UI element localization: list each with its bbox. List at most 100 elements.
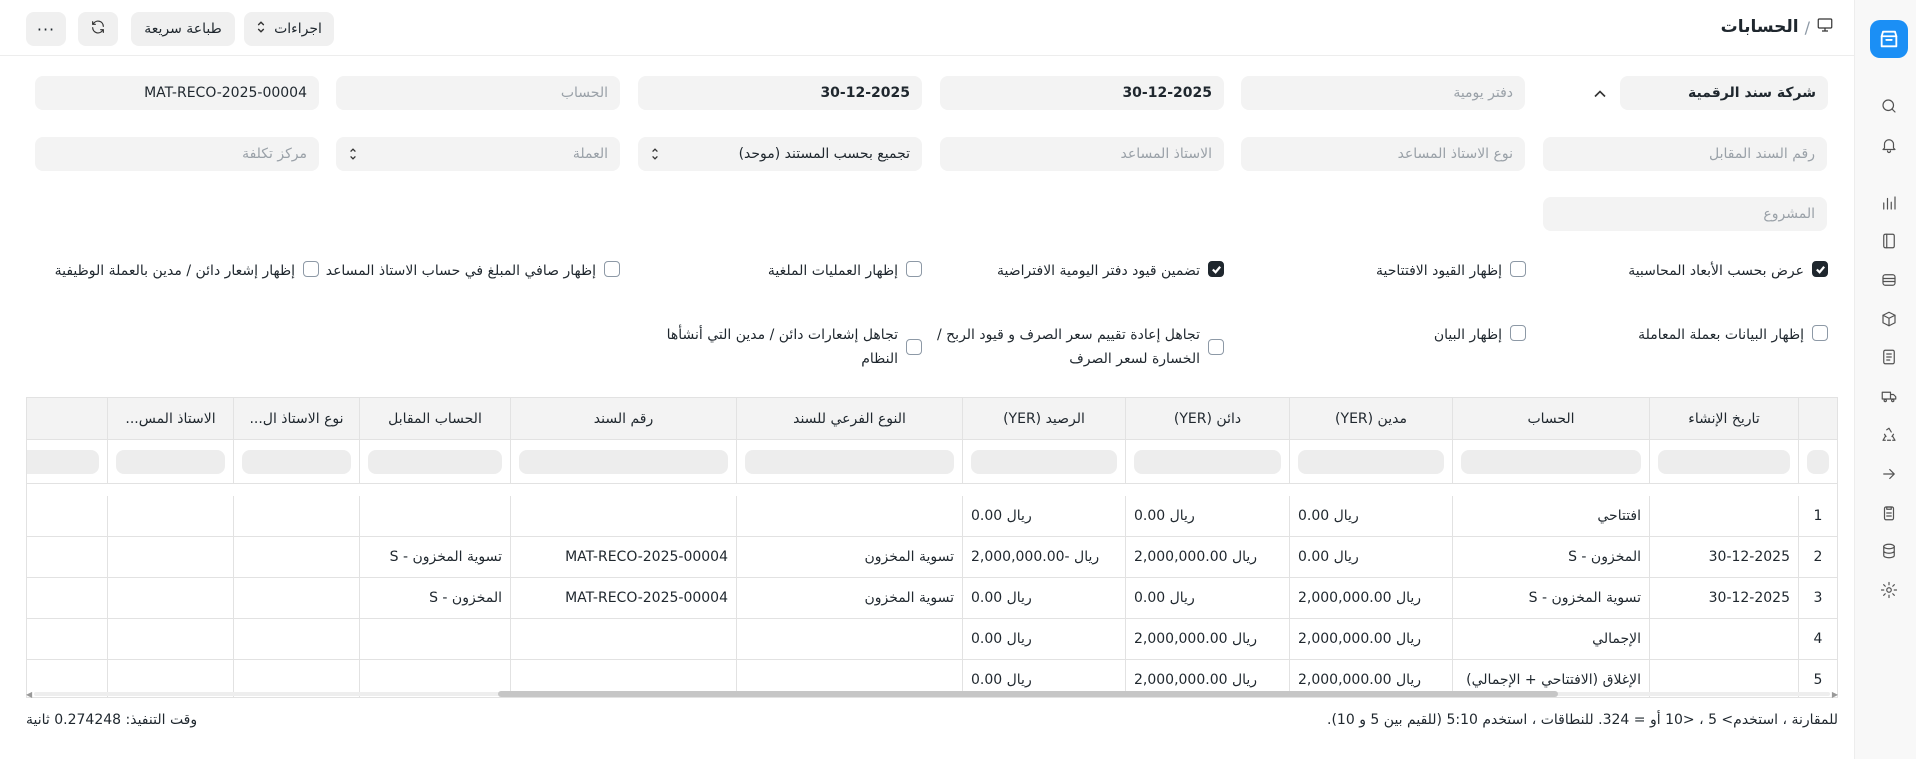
filter-cell[interactable] bbox=[510, 440, 736, 484]
filter-cell[interactable] bbox=[962, 440, 1125, 484]
search-icon[interactable] bbox=[1879, 96, 1899, 116]
currency-select[interactable]: العملة bbox=[336, 137, 620, 171]
scroll-right-icon[interactable]: ▶ bbox=[1832, 690, 1838, 699]
cell-extra[interactable] bbox=[27, 578, 107, 618]
refresh-button[interactable] bbox=[78, 12, 118, 46]
table-row[interactable]: 3 30-12-2025 تسوية المخزون - S ريال 2,000,0… bbox=[27, 578, 1837, 619]
cell-party[interactable] bbox=[107, 619, 233, 659]
database-icon[interactable] bbox=[1879, 541, 1899, 561]
filter-cell[interactable] bbox=[233, 440, 359, 484]
checkbox-unchecked[interactable] bbox=[1510, 325, 1526, 341]
column-header[interactable]: الرصيد (YER) bbox=[962, 398, 1125, 440]
quick-print-button[interactable]: طباعة سريعة bbox=[131, 12, 235, 46]
scroll-left-icon[interactable]: ◀ bbox=[26, 690, 32, 699]
checkbox-credit-debit-note[interactable]: إظهار إشعار دائن / مدين بالعملة الوظيفية bbox=[55, 259, 319, 283]
filter-cell[interactable] bbox=[107, 440, 233, 484]
voucher-no-field[interactable]: MAT-RECO-2025-00004 bbox=[35, 76, 319, 110]
book-icon[interactable] bbox=[1879, 231, 1899, 251]
cell-date[interactable]: 30-12-2025 bbox=[1649, 578, 1798, 618]
cell-extra[interactable] bbox=[27, 537, 107, 577]
filter-cell[interactable] bbox=[1452, 440, 1649, 484]
checkbox-unchecked[interactable] bbox=[906, 261, 922, 277]
column-header[interactable]: تاريخ الإنشاء bbox=[1649, 398, 1798, 440]
checkbox-unchecked[interactable] bbox=[1812, 325, 1828, 341]
checkbox-unchecked[interactable] bbox=[1510, 261, 1526, 277]
cell-party[interactable] bbox=[107, 537, 233, 577]
checkbox-unchecked[interactable] bbox=[303, 261, 319, 277]
checkbox-transaction-currency[interactable]: إظهار البيانات بعملة المعاملة bbox=[1638, 323, 1828, 347]
cell-extra[interactable] bbox=[27, 619, 107, 659]
cell-balance[interactable]: ريال 0.00 bbox=[962, 496, 1125, 536]
checkbox-default-journal[interactable]: تضمين قيود دفتر اليومية الافتراضية bbox=[997, 259, 1224, 283]
table-row[interactable]: 2 30-12-2025 المخزون - S ريال 0.00 ريال 2,00… bbox=[27, 537, 1837, 578]
scrollbar-thumb[interactable] bbox=[498, 691, 1558, 697]
cell-credit[interactable]: ريال 2,000,000.00 bbox=[1125, 619, 1289, 659]
column-header[interactable]: نوع الاستاذ ال... bbox=[233, 398, 359, 440]
row-number[interactable]: 1 bbox=[1798, 496, 1837, 536]
journal-field[interactable]: دفتر يومية bbox=[1241, 76, 1525, 110]
row-number[interactable]: 2 bbox=[1798, 537, 1837, 577]
company-select[interactable]: شركة سند الرقمية bbox=[1620, 76, 1828, 110]
cell-voucher[interactable] bbox=[510, 496, 736, 536]
checkbox-unchecked[interactable] bbox=[906, 339, 922, 355]
chevron-up-icon[interactable] bbox=[1590, 84, 1610, 104]
box-icon[interactable] bbox=[1879, 309, 1899, 329]
checkbox-accounting-dimensions[interactable]: عرض بحسب الأبعاد المحاسبية bbox=[1628, 259, 1828, 283]
gear-icon[interactable] bbox=[1879, 580, 1899, 600]
checkbox-opening-entries[interactable]: إظهار القيود الافتتاحية bbox=[1376, 259, 1526, 283]
cell-subtype[interactable]: تسوية المخزون bbox=[736, 537, 962, 577]
checkbox-cancelled-entries[interactable]: إظهار العمليات الملغية bbox=[768, 259, 922, 283]
cell-voucher[interactable]: MAT-RECO-2025-00004 bbox=[510, 537, 736, 577]
cell-balance[interactable]: ريال -2,000,000.00 bbox=[962, 537, 1125, 577]
to-date-field[interactable]: 30-12-2025 bbox=[940, 76, 1224, 110]
table-row[interactable]: 1 افتتاحي ريال 0.00 ريال 0.00 ريال 0.00 bbox=[27, 496, 1837, 537]
cell-party-type[interactable] bbox=[233, 619, 359, 659]
cell-against[interactable]: تسوية المخزون - S bbox=[359, 537, 510, 577]
cell-credit[interactable]: ريال 0.00 bbox=[1125, 578, 1289, 618]
checkbox-show-remarks[interactable]: إظهار البيان bbox=[1434, 323, 1526, 347]
recycle-icon[interactable] bbox=[1879, 425, 1899, 445]
filter-cell[interactable] bbox=[1289, 440, 1452, 484]
desktop-icon[interactable] bbox=[1816, 16, 1834, 38]
column-header[interactable]: الحساب المقابل bbox=[359, 398, 510, 440]
bank-icon[interactable] bbox=[1879, 270, 1899, 290]
cell-subtype[interactable] bbox=[736, 619, 962, 659]
cell-account[interactable]: تسوية المخزون - S bbox=[1452, 578, 1649, 618]
cell-date[interactable] bbox=[1649, 619, 1798, 659]
cell-against[interactable] bbox=[359, 619, 510, 659]
column-header[interactable]: دائن (YER) bbox=[1125, 398, 1289, 440]
cell-party-type[interactable] bbox=[233, 496, 359, 536]
cell-debit[interactable]: ريال 2,000,000.00 bbox=[1289, 619, 1452, 659]
filter-cell[interactable] bbox=[1649, 440, 1798, 484]
cell-account[interactable]: المخزون - S bbox=[1452, 537, 1649, 577]
filter-cell[interactable] bbox=[27, 440, 107, 484]
cell-party-type[interactable] bbox=[233, 537, 359, 577]
cell-debit[interactable]: ريال 2,000,000.00 bbox=[1289, 578, 1452, 618]
cell-account[interactable]: الإجمالي bbox=[1452, 619, 1649, 659]
horizontal-scrollbar[interactable]: ◀ ▶ bbox=[26, 690, 1838, 699]
party-field[interactable]: الاستاذ المساعد bbox=[940, 137, 1224, 171]
cell-account[interactable]: افتتاحي bbox=[1452, 496, 1649, 536]
cell-debit[interactable]: ريال 0.00 bbox=[1289, 496, 1452, 536]
arrow-right-icon[interactable] bbox=[1879, 464, 1899, 484]
checkbox-unchecked[interactable] bbox=[604, 261, 620, 277]
document-icon[interactable] bbox=[1879, 347, 1899, 367]
group-by-select[interactable]: تجميع بحسب المستند (موحد) bbox=[638, 137, 922, 171]
chart-icon[interactable] bbox=[1879, 193, 1899, 213]
cost-center-field[interactable]: مركز تكلفة bbox=[35, 137, 319, 171]
row-number[interactable]: 3 bbox=[1798, 578, 1837, 618]
more-menu-button[interactable]: ··· bbox=[26, 12, 66, 46]
account-field[interactable]: الحساب bbox=[336, 76, 620, 110]
cell-balance[interactable]: ريال 0.00 bbox=[962, 578, 1125, 618]
row-number[interactable]: 4 bbox=[1798, 619, 1837, 659]
against-voucher-field[interactable]: رقم السند المقابل bbox=[1543, 137, 1827, 171]
cell-credit[interactable]: ريال 2,000,000.00 bbox=[1125, 537, 1289, 577]
column-header[interactable]: رقم السند bbox=[510, 398, 736, 440]
column-header[interactable]: النوع الفرعي للسند bbox=[736, 398, 962, 440]
checkbox-ignore-system-notes[interactable]: تجاهل إشعارات دائن / مدين التي أنشأها ال… bbox=[667, 323, 922, 371]
checkbox-checked[interactable] bbox=[1812, 261, 1828, 277]
cell-against[interactable] bbox=[359, 496, 510, 536]
app-logo-icon[interactable] bbox=[1870, 20, 1908, 58]
cell-subtype[interactable] bbox=[736, 496, 962, 536]
filter-cell[interactable] bbox=[1798, 440, 1837, 484]
